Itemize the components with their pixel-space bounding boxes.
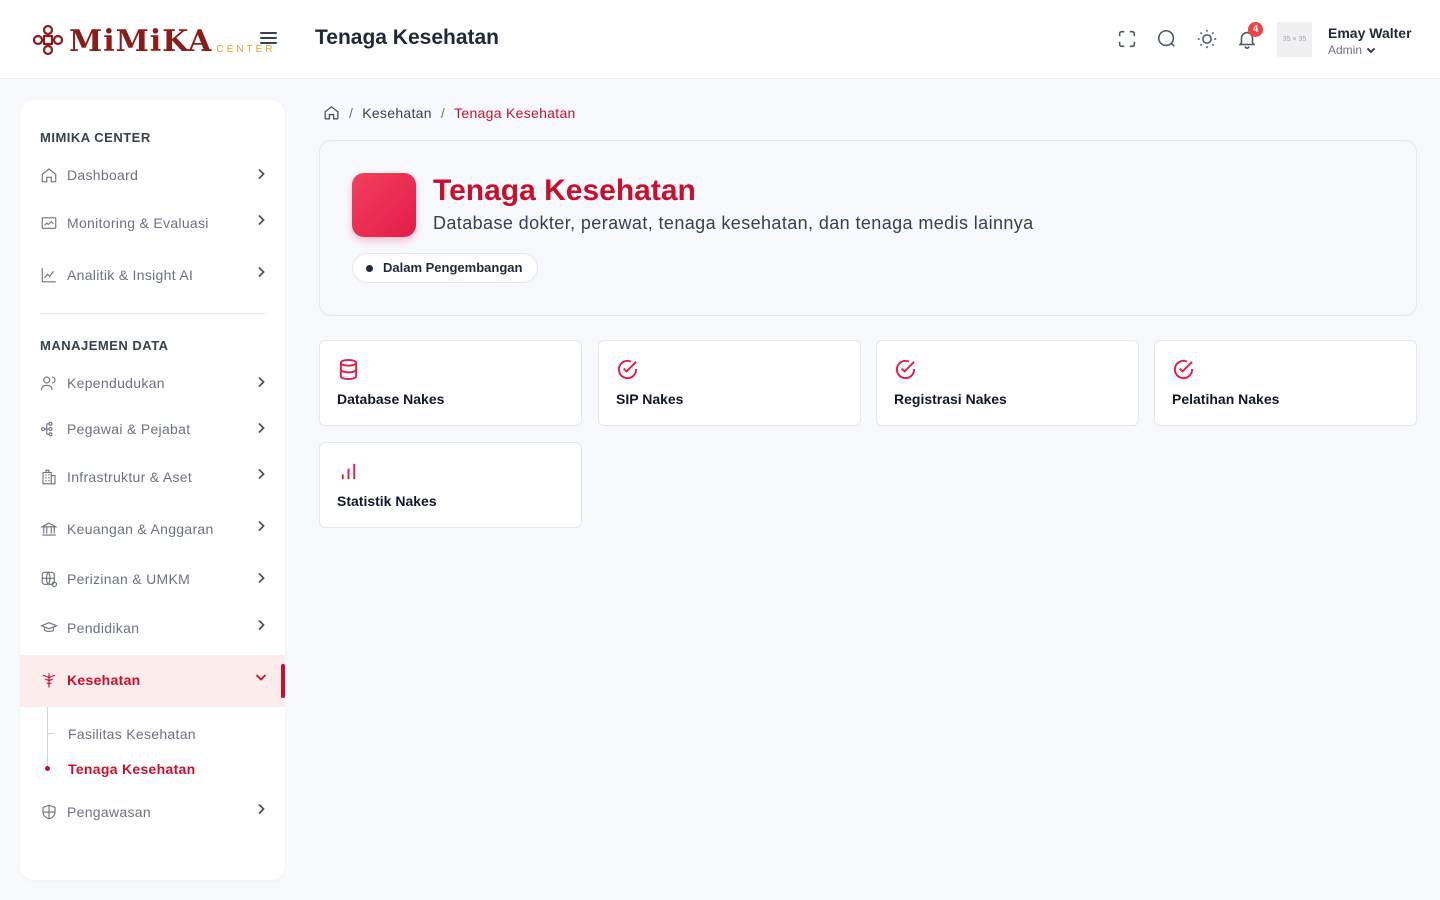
submenu-line [47,707,48,767]
sidebar-section-title: MANAJEMEN DATA [40,338,169,353]
sidebar-subitem-tenaga[interactable]: Tenaga Kesehatan [68,761,195,777]
line-chart-icon [40,266,58,284]
fullscreen-icon[interactable] [1116,28,1140,52]
menu-toggle-icon[interactable] [259,28,281,50]
check-circle-icon [894,358,917,381]
card-sip-nakes[interactable]: SIP Nakes [598,340,861,426]
sidebar-item-label: Infrastruktur & Aset [67,469,193,485]
hero-description: Database dokter, perawat, tenaga kesehat… [433,213,1034,233]
active-indicator [281,664,285,698]
sidebar-item-dashboard[interactable]: Dashboard [20,152,285,198]
graduation-cap-icon [39,619,59,637]
sidebar: MIMIKA CENTER Dashboard Monitoring & Eva… [20,100,285,880]
search-icon[interactable] [1156,28,1180,52]
org-chart-icon [40,420,58,438]
chevron-right-icon [254,467,268,481]
sidebar-item-kependudukan[interactable]: Kependudukan [20,360,285,406]
logo[interactable]: MiMiKA CENTER [30,22,275,58]
sidebar-item-label: Pengawasan [67,804,151,820]
bar-chart-icon [337,460,360,483]
sidebar-divider [40,313,265,314]
user-name[interactable]: Emay Walter [1328,25,1412,41]
breadcrumb-separator: / [349,104,354,121]
sidebar-item-infrastruktur[interactable]: Infrastruktur & Aset [20,454,285,500]
card-database-nakes[interactable]: Database Nakes [319,340,582,426]
card-label: Registrasi Nakes [894,391,1007,407]
breadcrumb-separator: / [440,104,446,121]
chevron-right-icon [254,519,268,533]
breadcrumb: / Kesehatan / Tenaga Kesehatan [323,104,576,121]
submenu-active-dot [45,766,50,771]
sidebar-item-perizinan[interactable]: Perizinan & UMKM [20,556,285,602]
card-label: Pelatihan Nakes [1172,391,1280,407]
shield-icon [40,803,58,821]
hero-title: Tenaga Kesehatan [433,174,696,207]
monitor-chart-icon [40,214,58,232]
card-label: SIP Nakes [616,391,684,407]
hero-icon [352,173,416,237]
sidebar-item-pengawasan[interactable]: Pengawasan [20,789,285,835]
sidebar-item-label: Pendidikan [67,620,140,636]
notification-badge: 4 [1248,22,1263,37]
submenu-connector [47,733,54,734]
status-label: Dalam Pengembangan [383,260,523,275]
card-label: Statistik Nakes [337,493,437,509]
check-circle-icon [616,358,639,381]
user-role-label: Admin [1328,43,1363,57]
sidebar-item-pendidikan[interactable]: Pendidikan [20,605,285,651]
page-title: Tenaga Kesehatan [315,26,500,49]
card-registrasi-nakes[interactable]: Registrasi Nakes [876,340,1139,426]
status-badge: Dalam Pengembangan [352,253,539,283]
chevron-down-icon [254,670,268,684]
chevron-down-icon [1366,47,1376,54]
sidebar-item-label: Kesehatan [67,672,141,688]
sidebar-item-label: Pegawai & Pejabat [67,421,191,437]
card-statistik-nakes[interactable]: Statistik Nakes [319,442,582,528]
chevron-right-icon [254,618,268,632]
hero-panel: Tenaga Kesehatan Database dokter, perawa… [319,140,1417,316]
avatar[interactable]: 35 × 35 [1277,22,1312,57]
sidebar-item-label: Dashboard [67,167,139,183]
chevron-right-icon [254,213,268,227]
chevron-right-icon [254,265,268,279]
sidebar-section-title: MIMIKA CENTER [40,130,151,145]
users-icon [40,374,58,392]
top-header: MiMiKA CENTER Tenaga Kesehatan 4 35 × 35… [0,0,1440,79]
sidebar-item-label: Analitik & Insight AI [67,267,194,283]
sidebar-subitem-fasilitas[interactable]: Fasilitas Kesehatan [68,726,196,742]
database-icon [337,358,360,381]
globe-license-icon [40,570,58,588]
user-role-dropdown[interactable]: Admin [1328,43,1376,57]
sidebar-item-label: Kependudukan [67,375,165,391]
sidebar-item-monitoring[interactable]: Monitoring & Evaluasi [20,200,285,246]
theme-toggle-icon[interactable] [1196,28,1220,52]
home-icon [40,166,58,184]
status-dot [366,265,373,272]
building-icon [40,468,58,486]
sidebar-item-keuangan[interactable]: Keuangan & Anggaran [20,506,285,552]
sidebar-item-kesehatan[interactable]: Kesehatan [20,655,285,707]
sidebar-item-label: Keuangan & Anggaran [67,521,214,537]
card-pelatihan-nakes[interactable]: Pelatihan Nakes [1154,340,1417,426]
chevron-right-icon [254,167,268,181]
logo-mark-icon [32,24,64,56]
breadcrumb-current: Tenaga Kesehatan [454,104,576,121]
card-label: Database Nakes [337,391,445,407]
logo-text: MiMiKA [69,24,213,59]
sidebar-item-label: Perizinan & UMKM [67,571,191,587]
sidebar-item-pegawai[interactable]: Pegawai & Pejabat [20,406,285,452]
chevron-right-icon [254,421,268,435]
chevron-right-icon [254,571,268,585]
check-circle-icon [1172,358,1195,381]
home-icon[interactable] [323,104,340,121]
chevron-right-icon [254,802,268,816]
sidebar-item-analitik[interactable]: Analitik & Insight AI [20,252,285,298]
sidebar-item-label: Monitoring & Evaluasi [67,215,209,231]
caduceus-icon [40,671,58,689]
bank-icon [40,520,58,538]
breadcrumb-parent[interactable]: Kesehatan [362,105,432,121]
chevron-right-icon [254,375,268,389]
